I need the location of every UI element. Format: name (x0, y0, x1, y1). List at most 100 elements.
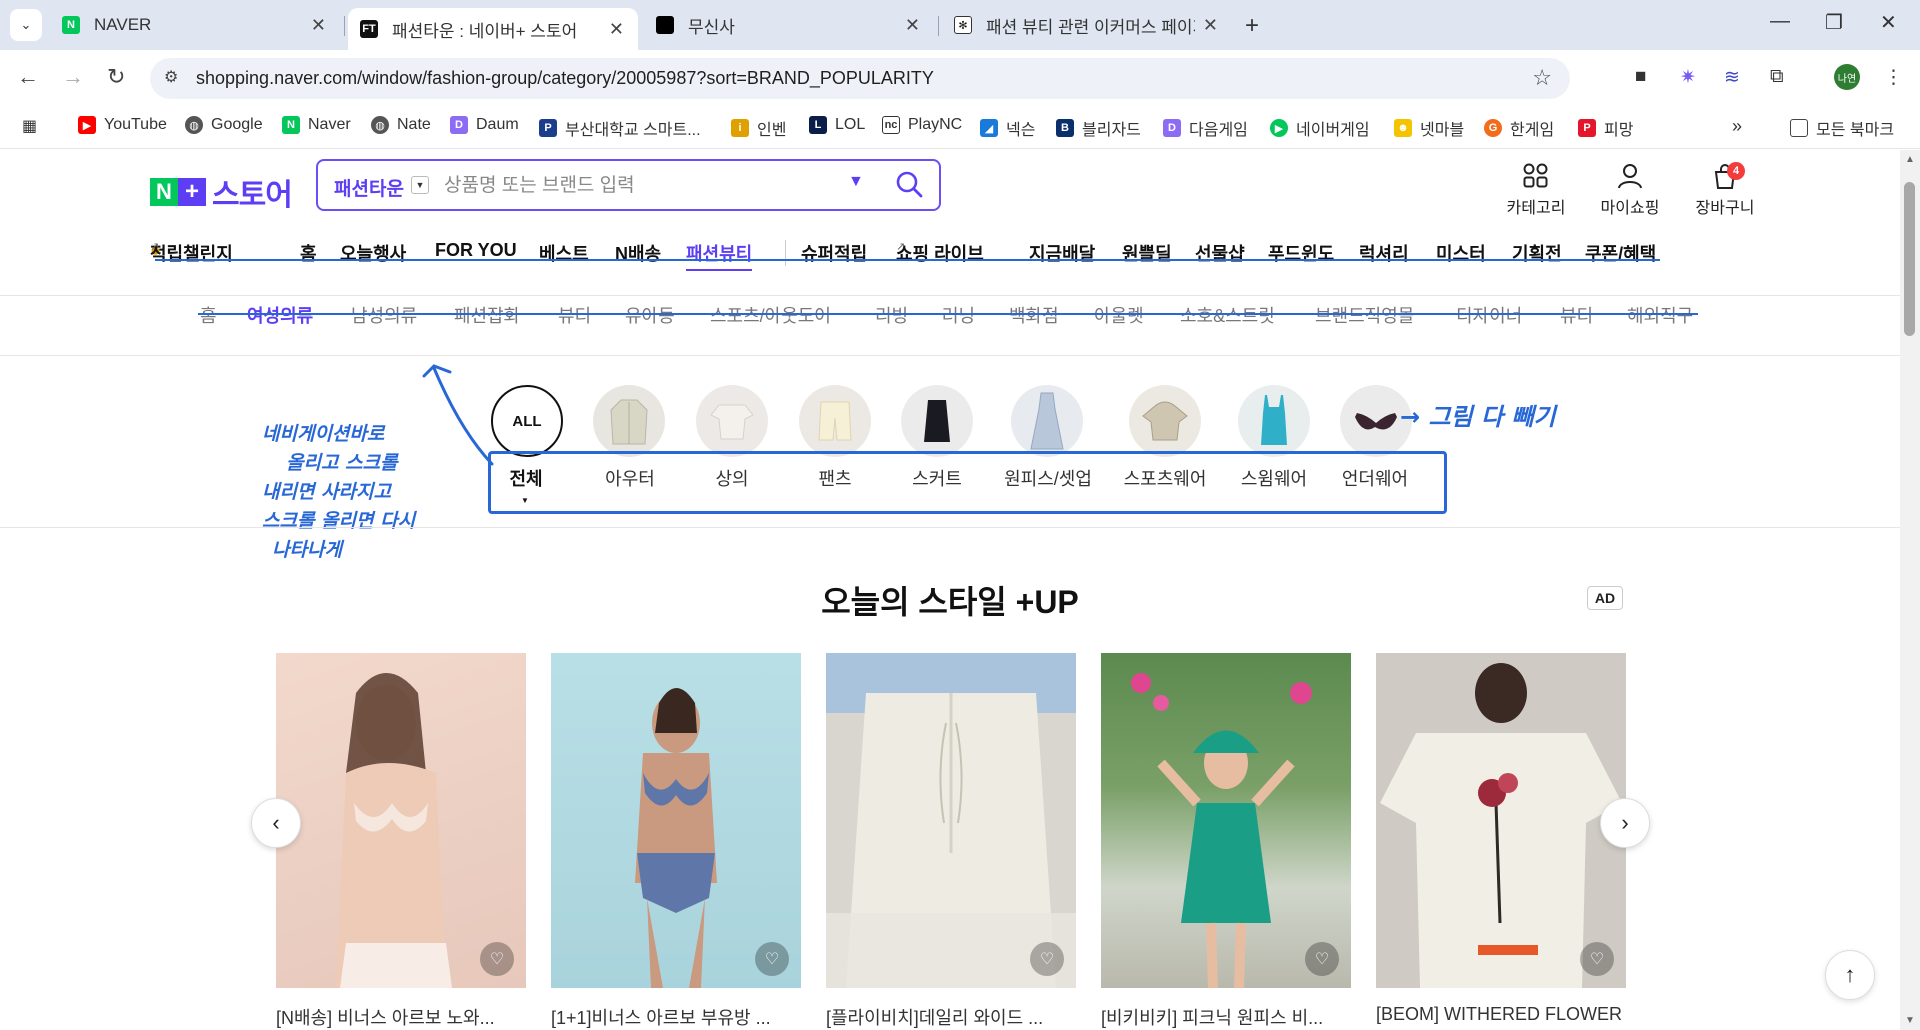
bookmark-star-icon[interactable]: ☆ (1532, 65, 1552, 91)
bookmark-daumgame[interactable]: D 다음게임 (1163, 116, 1248, 140)
product-card[interactable]: ♡ [플라이비치]데일리 와이드 ... (826, 653, 1076, 1030)
category-top-thumb[interactable] (696, 385, 768, 457)
scroll-up-arrow-icon[interactable]: ▲ (1905, 154, 1915, 165)
browser-tab-musinsa[interactable]: 무신사 ✕ (644, 8, 934, 42)
extensions-puzzle-icon[interactable]: ⧉ (1770, 66, 1784, 88)
bookmark-netmarble[interactable]: ☻ 넷마블 (1394, 116, 1464, 140)
search-icon[interactable] (894, 169, 924, 199)
product-image[interactable]: ♡ (276, 653, 526, 988)
product-card[interactable]: ♡ [N배송] 비너스 아르보 노와... (276, 653, 526, 1030)
bookmark-pnu[interactable]: P 부산대학교 스마트... (539, 116, 701, 140)
browser-menu-icon[interactable]: ⋮ (1884, 66, 1903, 89)
subnav-item-beauty[interactable]: 뷰티 (558, 302, 591, 328)
category-pants-thumb[interactable] (799, 385, 871, 457)
bookmark-nate[interactable]: ◍ Nate (371, 116, 431, 134)
browser-tab-naver[interactable]: N NAVER ✕ (50, 8, 340, 42)
restore-window-icon[interactable]: ❐ (1825, 10, 1843, 35)
product-name[interactable]: [1+1]비너스 아르보 부유방 ... (551, 1004, 801, 1030)
bookmark-blizzard[interactable]: B 블리자드 (1056, 116, 1141, 140)
gnb-item-super-reward[interactable]: 슈퍼적립 (785, 240, 867, 266)
gnb-item-best[interactable]: 베스트 (539, 240, 589, 266)
subnav-item-overseas[interactable]: 해외직구 (1627, 302, 1693, 328)
close-tab-icon[interactable]: ✕ (311, 15, 326, 36)
profile-avatar[interactable]: 나연 (1834, 64, 1860, 90)
subnav-item-kids[interactable]: 유아동 (625, 302, 675, 328)
gnb-item-for-you[interactable]: FOR YOU (435, 240, 517, 261)
video-camera-icon[interactable]: ■ (1635, 66, 1646, 88)
bookmark-plaync[interactable]: nc PlayNC (882, 116, 962, 134)
wishlist-heart-icon[interactable]: ♡ (755, 942, 789, 976)
address-bar[interactable]: ⚙ shopping.naver.com/window/fashion-grou… (150, 58, 1570, 99)
gnb-item-luxury[interactable]: 럭셔리 (1359, 240, 1409, 266)
scroll-down-arrow-icon[interactable]: ▼ (1905, 1015, 1915, 1026)
product-card[interactable]: ♡ [1+1]비너스 아르보 부유방 ... (551, 653, 801, 1030)
product-image[interactable]: ♡ (1101, 653, 1351, 988)
scrollbar-thumb[interactable] (1904, 182, 1915, 336)
forward-arrow-icon[interactable]: → (62, 64, 84, 90)
product-card[interactable]: ♡ [BEOM] WITHERED FLOWER ... (1376, 653, 1626, 1025)
extension-wave-icon[interactable]: ≋ (1724, 66, 1740, 89)
minimize-window-icon[interactable]: — (1770, 10, 1790, 33)
carousel-prev-chevron-icon[interactable]: ‹ (251, 798, 301, 848)
product-name[interactable]: [플라이비치]데일리 와이드 ... (826, 1004, 1076, 1030)
bookmarks-overflow-icon[interactable]: » (1732, 116, 1742, 137)
wishlist-heart-icon[interactable]: ♡ (1580, 942, 1614, 976)
browser-tab-notion[interactable]: ✻ 패션 뷰티 관련 이커머스 페이지 ✕ (942, 8, 1232, 42)
product-name[interactable]: [비키비키] 피크닉 원피스 비... (1101, 1004, 1351, 1030)
category-all-circle[interactable]: ALL (491, 385, 563, 457)
cart-button[interactable]: 4 장바구니 (1687, 158, 1763, 218)
subnav-item-department[interactable]: 백화점 (1009, 302, 1059, 328)
close-tab-icon[interactable]: ✕ (905, 15, 920, 36)
subnav-item-running[interactable]: 러닝 (942, 302, 975, 328)
subnav-item-accessories[interactable]: 패션잡화 (454, 302, 520, 328)
gnb-item-one-plus-deal[interactable]: 원쁠딜 (1122, 240, 1172, 266)
category-skirt-thumb[interactable] (901, 385, 973, 457)
wishlist-heart-icon[interactable]: ♡ (1305, 942, 1339, 976)
scope-dropdown-icon[interactable]: ▼ (411, 176, 429, 194)
wishlist-heart-icon[interactable]: ♡ (1030, 942, 1064, 976)
gnb-item-gift-shop[interactable]: 선물샵 (1195, 240, 1245, 266)
bookmark-pmang[interactable]: P 피망 (1578, 116, 1633, 140)
subnav-item-men[interactable]: 남성의류 (351, 302, 417, 328)
apps-grid-icon[interactable]: ▦ (22, 116, 37, 136)
tab-search-chevron-icon[interactable]: ⌄ (10, 9, 42, 41)
search-input[interactable] (444, 173, 824, 199)
product-name[interactable]: [N배송] 비너스 아르보 노와... (276, 1004, 526, 1030)
gnb-item-mister[interactable]: 미스터 (1436, 240, 1486, 266)
category-button[interactable]: 카테고리 (1501, 158, 1571, 218)
page-scrollbar[interactable]: ▲ ▼ (1900, 150, 1920, 1030)
bookmark-inven[interactable]: i 인벤 (731, 116, 786, 140)
url-text[interactable]: shopping.naver.com/window/fashion-group/… (196, 68, 934, 89)
category-dress-thumb[interactable] (1011, 385, 1083, 457)
back-arrow-icon[interactable]: ← (17, 64, 39, 90)
product-card[interactable]: ♡ [비키비키] 피크닉 원피스 비... (1101, 653, 1351, 1030)
category-outer-thumb[interactable] (593, 385, 665, 457)
close-window-icon[interactable]: ✕ (1880, 10, 1897, 35)
bookmark-hangame[interactable]: G 한게임 (1484, 116, 1554, 140)
close-tab-icon[interactable]: ✕ (609, 19, 624, 40)
product-image[interactable]: ♡ (826, 653, 1076, 988)
carousel-next-chevron-icon[interactable]: › (1600, 798, 1650, 848)
wishlist-heart-icon[interactable]: ♡ (480, 942, 514, 976)
product-name[interactable]: [BEOM] WITHERED FLOWER ... (1376, 1004, 1626, 1025)
gnb-item-fashion-beauty[interactable]: 패션뷰티 (686, 240, 753, 271)
subnav-item-sports[interactable]: 스포츠/아웃도어 (710, 302, 831, 328)
new-tab-plus-icon[interactable]: + (1245, 12, 1259, 40)
scroll-to-top-arrow-icon[interactable]: ↑ (1825, 950, 1875, 1000)
myshopping-button[interactable]: 마이쇼핑 (1592, 158, 1668, 218)
close-tab-icon[interactable]: ✕ (1203, 15, 1218, 36)
bookmark-daum[interactable]: D Daum (450, 116, 519, 134)
search-scope-label[interactable]: 패션타운 (334, 174, 404, 201)
bookmark-navergame[interactable]: ▶ 네이버게임 (1270, 116, 1370, 140)
subnav-item-home[interactable]: 홈 (200, 302, 217, 328)
all-bookmarks-folder[interactable]: 모든 북마크 (1790, 116, 1894, 140)
category-swimwear-thumb[interactable] (1238, 385, 1310, 457)
product-image[interactable]: ♡ (551, 653, 801, 988)
browser-tab-fashiontown[interactable]: FT 패션타운 : 네이버+ 스토어 ✕ (348, 8, 638, 50)
gnb-item-food-window[interactable]: 푸드윈도 (1268, 240, 1334, 266)
subnav-item-women[interactable]: 여성의류 (247, 302, 313, 328)
subnav-item-designer[interactable]: 디자이너 (1456, 302, 1522, 328)
category-sportswear-thumb[interactable] (1129, 385, 1201, 457)
bookmark-youtube[interactable]: ▶ YouTube (78, 116, 167, 134)
autocomplete-toggle-icon[interactable]: ▼ (848, 173, 864, 191)
